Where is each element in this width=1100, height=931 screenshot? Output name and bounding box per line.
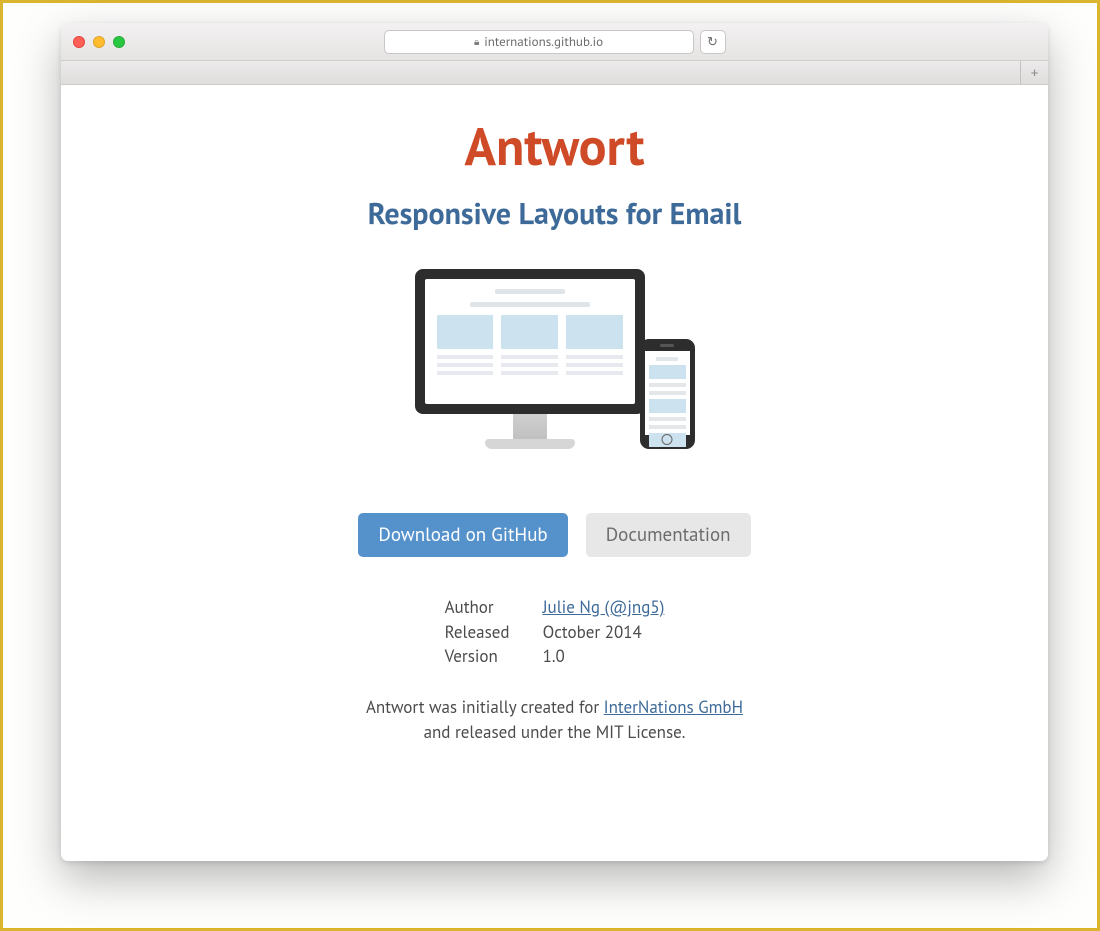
address-bar-group: 🔒︎ internations.github.io ↻ xyxy=(384,30,726,54)
reload-icon: ↻ xyxy=(707,33,718,50)
meta-author-label: Author xyxy=(445,595,525,620)
new-tab-button[interactable]: + xyxy=(1020,61,1048,85)
browser-titlebar: 🔒︎ internations.github.io ↻ xyxy=(61,23,1048,61)
meta-released-label: Released xyxy=(445,620,525,645)
window-minimize-button[interactable] xyxy=(93,36,105,48)
window-close-button[interactable] xyxy=(73,36,85,48)
company-link[interactable]: InterNations GmbH xyxy=(604,696,743,718)
address-bar[interactable]: 🔒︎ internations.github.io xyxy=(384,30,694,54)
footer-prefix: Antwort was initially created for xyxy=(366,696,604,718)
meta-info: Author Julie Ng (@jng5) Released October… xyxy=(445,595,665,669)
author-link[interactable]: Julie Ng (@jng5) xyxy=(543,595,665,620)
lock-icon: 🔒︎ xyxy=(474,35,479,48)
action-buttons: Download on GitHub Documentation xyxy=(61,513,1048,557)
footer-text: Antwort was initially created for InterN… xyxy=(61,695,1048,744)
hero-illustration xyxy=(415,269,695,469)
window-zoom-button[interactable] xyxy=(113,36,125,48)
window-controls xyxy=(73,36,125,48)
monitor-base-icon xyxy=(485,439,575,449)
meta-released-value: October 2014 xyxy=(543,620,665,645)
page-tagline: Responsive Layouts for Email xyxy=(61,194,1048,233)
page-content: Antwort Responsive Layouts for Email xyxy=(61,85,1048,744)
phone-icon xyxy=(640,339,695,449)
monitor-icon xyxy=(415,269,645,414)
page-title: Antwort xyxy=(61,113,1048,180)
plus-icon: + xyxy=(1031,64,1039,83)
browser-tabbar: + xyxy=(61,61,1048,85)
footer-suffix: and released under the MIT License. xyxy=(424,721,686,743)
reload-button[interactable]: ↻ xyxy=(700,30,726,54)
meta-version-label: Version xyxy=(445,644,525,669)
documentation-button[interactable]: Documentation xyxy=(586,513,751,557)
browser-window: 🔒︎ internations.github.io ↻ + Antwort Re… xyxy=(61,23,1048,861)
download-github-button[interactable]: Download on GitHub xyxy=(358,513,567,557)
meta-version-value: 1.0 xyxy=(543,644,665,669)
monitor-stand-icon xyxy=(513,414,547,442)
url-host: internations.github.io xyxy=(484,33,603,50)
